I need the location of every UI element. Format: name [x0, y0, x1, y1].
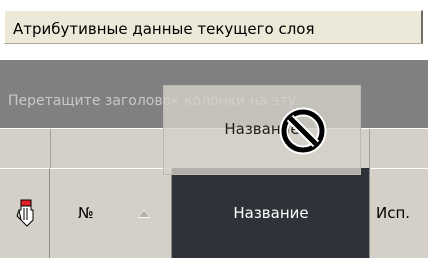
tab-attribute-data[interactable]: Атрибутивные данные текущего слоя: [4, 10, 423, 44]
edit-pencil-icon: [16, 199, 34, 227]
column-header-label: №: [78, 204, 94, 222]
dragged-column-header: Название: [163, 85, 361, 175]
column-header-row: № Название Исп.: [0, 168, 428, 258]
column-header-number[interactable]: №: [50, 168, 172, 258]
tab-strip: Атрибутивные данные текущего слоя: [0, 0, 428, 60]
column-header-isp[interactable]: Исп.: [370, 168, 428, 258]
sort-ascending-icon: [138, 209, 150, 218]
row-selector-header[interactable]: [0, 168, 50, 258]
column-header-label: Название: [233, 204, 309, 222]
band-separator: [369, 129, 370, 169]
column-header-name[interactable]: Название: [172, 168, 370, 258]
column-header-label: Исп.: [376, 204, 411, 222]
tab-label: Атрибутивные данные текущего слоя: [13, 20, 315, 38]
band-separator: [50, 129, 51, 169]
dragged-column-label: Название: [224, 120, 300, 138]
no-drop-cursor-icon: [279, 107, 327, 155]
